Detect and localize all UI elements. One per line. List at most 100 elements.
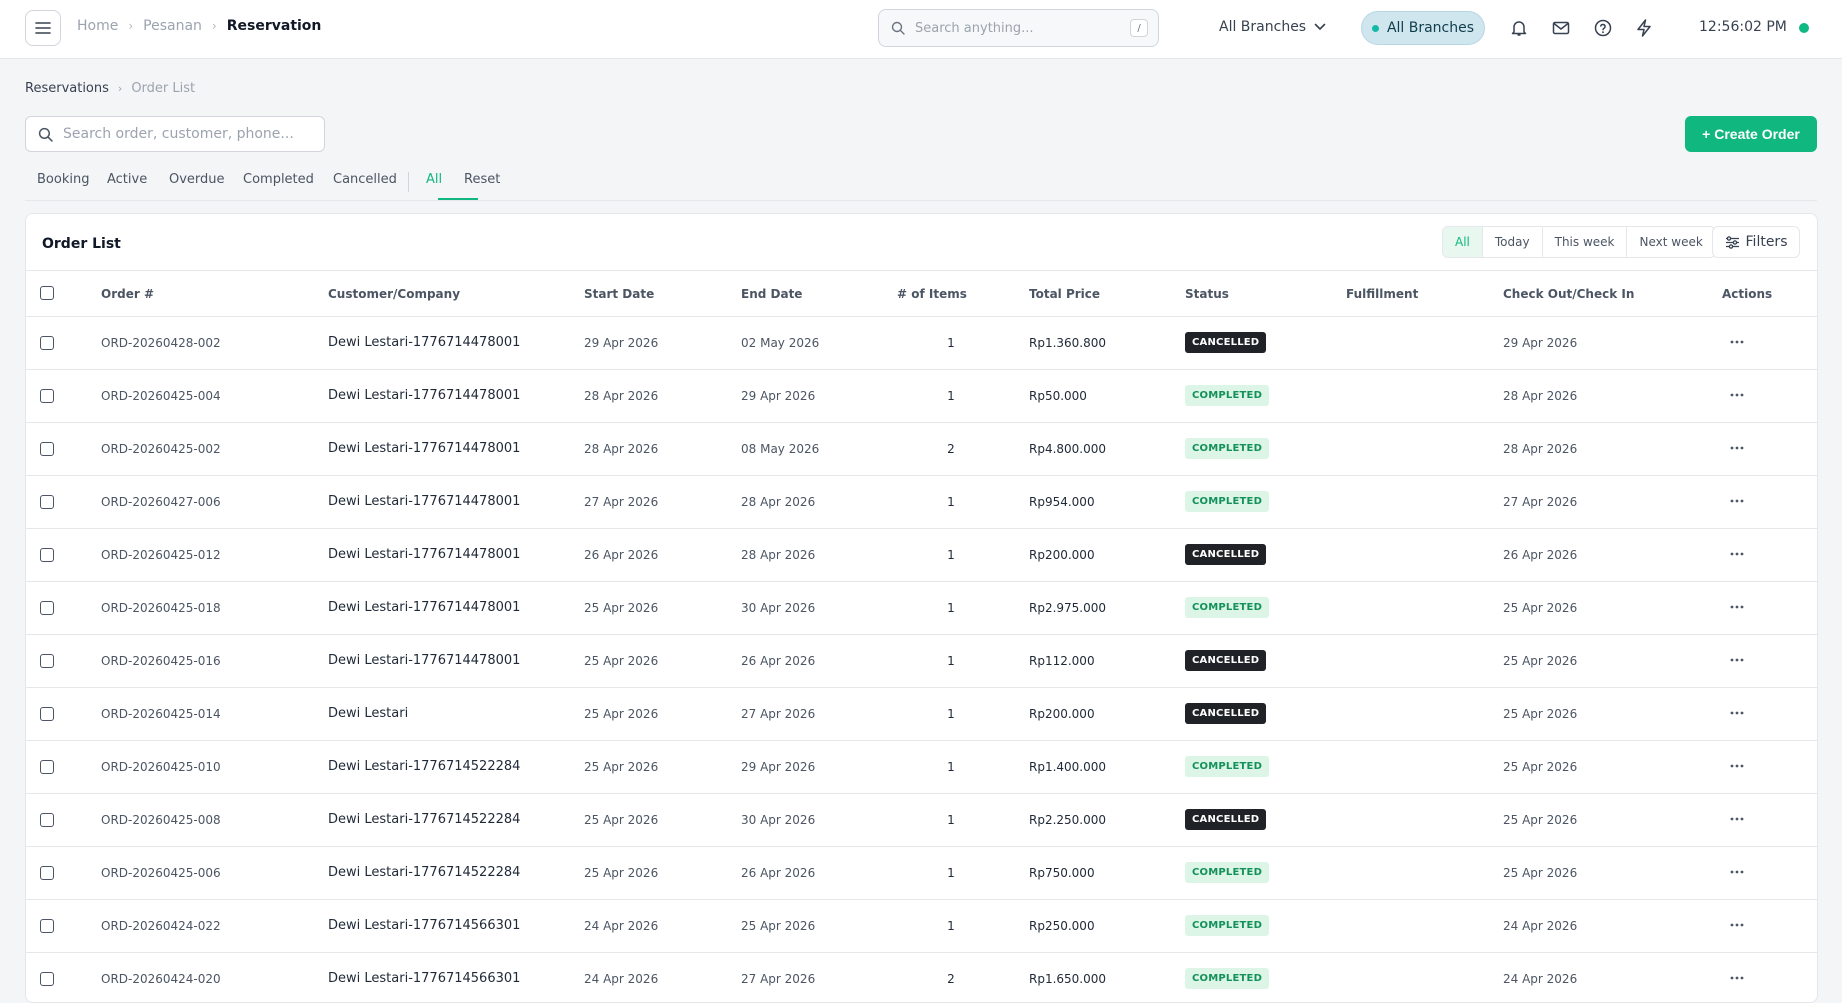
order-number[interactable]: ORD-20260428-002 xyxy=(101,336,221,350)
column-customer[interactable]: Customer/Company xyxy=(328,287,460,301)
column-order[interactable]: Order # xyxy=(101,287,154,301)
period-today[interactable]: Today xyxy=(1481,227,1542,257)
table-row[interactable]: ORD-20260424-020 Dewi Lestari-17767145663… xyxy=(26,953,1817,1002)
table-row[interactable]: ORD-20260425-016 Dewi Lestari-17767144780… xyxy=(26,635,1817,688)
column-total-price[interactable]: Total Price xyxy=(1029,287,1100,301)
row-actions-button[interactable] xyxy=(1726,437,1748,459)
end-date: 26 Apr 2026 xyxy=(741,654,816,668)
item-count: 2 xyxy=(947,442,955,456)
order-number[interactable]: ORD-20260425-004 xyxy=(101,389,221,403)
row-actions-button[interactable] xyxy=(1726,861,1748,883)
tab-booking[interactable]: Booking xyxy=(37,172,89,187)
select-all-checkbox[interactable] xyxy=(40,286,54,300)
tab-overdue[interactable]: Overdue xyxy=(169,172,225,187)
quick-actions-button[interactable] xyxy=(1633,17,1655,39)
messages-button[interactable] xyxy=(1550,17,1572,39)
row-actions-button[interactable] xyxy=(1726,755,1748,777)
order-number[interactable]: ORD-20260424-020 xyxy=(101,972,221,986)
table-row[interactable]: ORD-20260425-002 Dewi Lestari-17767144780… xyxy=(26,423,1817,476)
filters-button[interactable]: Filters xyxy=(1712,226,1800,258)
create-order-button[interactable]: + Create Order xyxy=(1685,116,1817,152)
table-row[interactable]: ORD-20260425-012 Dewi Lestari-17767144780… xyxy=(26,529,1817,582)
row-checkbox[interactable] xyxy=(40,442,54,456)
table-row[interactable]: ORD-20260427-006 Dewi Lestari-17767144780… xyxy=(26,476,1817,529)
row-actions-button[interactable] xyxy=(1726,649,1748,671)
branch-select[interactable]: All Branches xyxy=(1219,19,1326,35)
order-search-input[interactable]: Search order, customer, phone... xyxy=(25,116,325,152)
mail-icon xyxy=(1552,21,1570,35)
order-number[interactable]: ORD-20260425-010 xyxy=(101,760,221,774)
row-actions-button[interactable] xyxy=(1726,596,1748,618)
row-checkbox[interactable] xyxy=(40,654,54,668)
row-actions-button[interactable] xyxy=(1726,967,1748,989)
tab-divider xyxy=(408,172,409,192)
row-checkbox[interactable] xyxy=(40,866,54,880)
checkout-date: 25 Apr 2026 xyxy=(1503,813,1578,827)
table-row[interactable]: ORD-20260425-010 Dewi Lestari-17767145222… xyxy=(26,741,1817,794)
row-checkbox[interactable] xyxy=(40,336,54,350)
order-number[interactable]: ORD-20260425-008 xyxy=(101,813,221,827)
row-actions-button[interactable] xyxy=(1726,702,1748,724)
end-date: 28 Apr 2026 xyxy=(741,495,816,509)
tab-reset[interactable]: Reset xyxy=(464,172,500,187)
order-number[interactable]: ORD-20260427-006 xyxy=(101,495,221,509)
start-date: 25 Apr 2026 xyxy=(584,760,659,774)
row-checkbox[interactable] xyxy=(40,548,54,562)
row-checkbox[interactable] xyxy=(40,389,54,403)
help-button[interactable] xyxy=(1592,17,1614,39)
column-end-date[interactable]: End Date xyxy=(741,287,802,301)
table-row[interactable]: ORD-20260425-008 Dewi Lestari-17767145222… xyxy=(26,794,1817,847)
row-checkbox[interactable] xyxy=(40,760,54,774)
row-checkbox[interactable] xyxy=(40,813,54,827)
row-actions-button[interactable] xyxy=(1726,490,1748,512)
table-row[interactable]: ORD-20260424-022 Dewi Lestari-17767145663… xyxy=(26,900,1817,953)
table-row[interactable]: ORD-20260428-002 Dewi Lestari-17767144780… xyxy=(26,317,1817,370)
tab-all[interactable]: All xyxy=(426,172,442,187)
global-search-input[interactable]: Search anything... / xyxy=(878,9,1159,47)
tab-cancelled[interactable]: Cancelled xyxy=(333,172,397,187)
order-number[interactable]: ORD-20260425-006 xyxy=(101,866,221,880)
end-date: 27 Apr 2026 xyxy=(741,707,816,721)
period-all[interactable]: All xyxy=(1443,227,1482,257)
tab-completed[interactable]: Completed xyxy=(243,172,314,187)
tab-active[interactable]: Active xyxy=(107,172,147,187)
row-checkbox[interactable] xyxy=(40,707,54,721)
row-actions-button[interactable] xyxy=(1726,808,1748,830)
order-number[interactable]: ORD-20260425-012 xyxy=(101,548,221,562)
order-number[interactable]: ORD-20260425-018 xyxy=(101,601,221,615)
row-checkbox[interactable] xyxy=(40,919,54,933)
menu-button[interactable] xyxy=(25,10,61,46)
end-date: 02 May 2026 xyxy=(741,336,820,350)
table-row[interactable]: ORD-20260425-018 Dewi Lestari-17767144780… xyxy=(26,582,1817,635)
row-actions-button[interactable] xyxy=(1726,914,1748,936)
branch-badge[interactable]: All Branches xyxy=(1361,11,1485,45)
column-start-date[interactable]: Start Date xyxy=(584,287,654,301)
order-number[interactable]: ORD-20260425-014 xyxy=(101,707,221,721)
period-this-week[interactable]: This week xyxy=(1541,227,1627,257)
order-number[interactable]: ORD-20260425-016 xyxy=(101,654,221,668)
total-price: Rp1.400.000 xyxy=(1029,760,1107,774)
table-row[interactable]: ORD-20260425-006 Dewi Lestari-17767145222… xyxy=(26,847,1817,900)
notifications-button[interactable] xyxy=(1508,17,1530,39)
page-breadcrumb-reservations[interactable]: Reservations xyxy=(25,81,109,96)
row-checkbox[interactable] xyxy=(40,601,54,615)
column-fulfillment[interactable]: Fulfillment xyxy=(1346,287,1418,301)
item-count: 1 xyxy=(947,389,955,403)
order-number[interactable]: ORD-20260425-002 xyxy=(101,442,221,456)
column-items[interactable]: # of Items xyxy=(897,287,967,301)
row-actions-button[interactable] xyxy=(1726,384,1748,406)
column-status[interactable]: Status xyxy=(1185,287,1229,301)
table-row[interactable]: ORD-20260425-004 Dewi Lestari-17767144780… xyxy=(26,370,1817,423)
row-actions-button[interactable] xyxy=(1726,331,1748,353)
row-actions-button[interactable] xyxy=(1726,543,1748,565)
row-checkbox[interactable] xyxy=(40,495,54,509)
column-checkout-checkin[interactable]: Check Out/Check In xyxy=(1503,287,1634,301)
breadcrumb-pesanan[interactable]: Pesanan xyxy=(143,18,202,34)
total-price: Rp4.800.000 xyxy=(1029,442,1107,456)
breadcrumb-home[interactable]: Home xyxy=(77,18,118,34)
item-count: 1 xyxy=(947,601,955,615)
period-next-week[interactable]: Next week xyxy=(1626,227,1714,257)
row-checkbox[interactable] xyxy=(40,972,54,986)
order-number[interactable]: ORD-20260424-022 xyxy=(101,919,221,933)
table-row[interactable]: ORD-20260425-014 Dewi Lestari 25 Apr 2026 2… xyxy=(26,688,1817,741)
